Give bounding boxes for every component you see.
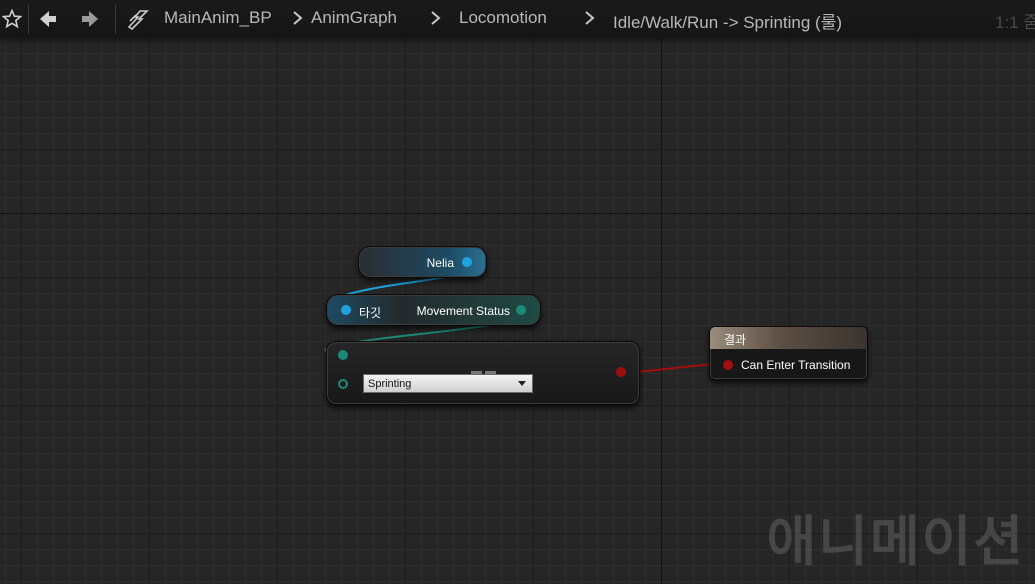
dropdown-caret-icon <box>518 381 526 386</box>
movement-status-label: Movement Status <box>416 304 510 318</box>
nelia-label: Nelia <box>426 256 454 270</box>
equal-input-b-pin[interactable] <box>338 379 348 389</box>
enum-value-dropdown[interactable]: Sprinting <box>363 374 533 393</box>
star-outline-icon[interactable] <box>0 7 24 31</box>
result-node[interactable]: 결과 Can Enter Transition <box>709 326 868 380</box>
back-arrow-icon[interactable] <box>36 7 60 31</box>
breadcrumb-mainanim-bp[interactable]: MainAnim_BP <box>164 8 272 28</box>
equal-operator-label <box>471 362 497 383</box>
breadcrumb-transition-rule[interactable]: Idle/Walk/Run -> Sprinting (룰) <box>613 8 842 33</box>
movement-status-node[interactable]: 타깃 Movement Status <box>326 294 541 326</box>
breadcrumb-animgraph[interactable]: AnimGraph <box>311 8 397 28</box>
result-title: 결과 <box>724 333 747 347</box>
target-input-pin[interactable] <box>341 305 351 315</box>
anim-graph-icon <box>126 7 150 31</box>
chevron-right-icon <box>293 11 303 25</box>
can-enter-transition-pin[interactable] <box>723 360 733 370</box>
chevron-right-icon <box>431 11 441 25</box>
forward-arrow-icon[interactable] <box>78 7 102 31</box>
equal-output-pin[interactable] <box>616 367 626 377</box>
can-enter-transition-label: Can Enter Transition <box>741 358 851 372</box>
target-label: 타깃 <box>359 306 382 320</box>
equal-enum-node[interactable]: Sprinting <box>326 341 640 405</box>
zoom-label: 1:1 줌 <box>995 13 1035 32</box>
movement-status-output-pin[interactable] <box>516 305 526 315</box>
result-header: 결과 <box>710 327 867 349</box>
graph-type-watermark: 애니메이션 <box>766 510 1025 573</box>
breadcrumb-bar: MainAnim_BP AnimGraph Locomotion Idle/Wa… <box>0 0 1035 38</box>
dropdown-value: Sprinting <box>368 378 412 390</box>
nelia-variable-node[interactable]: Nelia <box>358 246 487 278</box>
breadcrumb-locomotion[interactable]: Locomotion <box>459 8 547 28</box>
nelia-output-pin[interactable] <box>462 257 472 267</box>
equal-input-a-pin[interactable] <box>338 350 348 360</box>
chevron-right-icon <box>585 11 595 25</box>
